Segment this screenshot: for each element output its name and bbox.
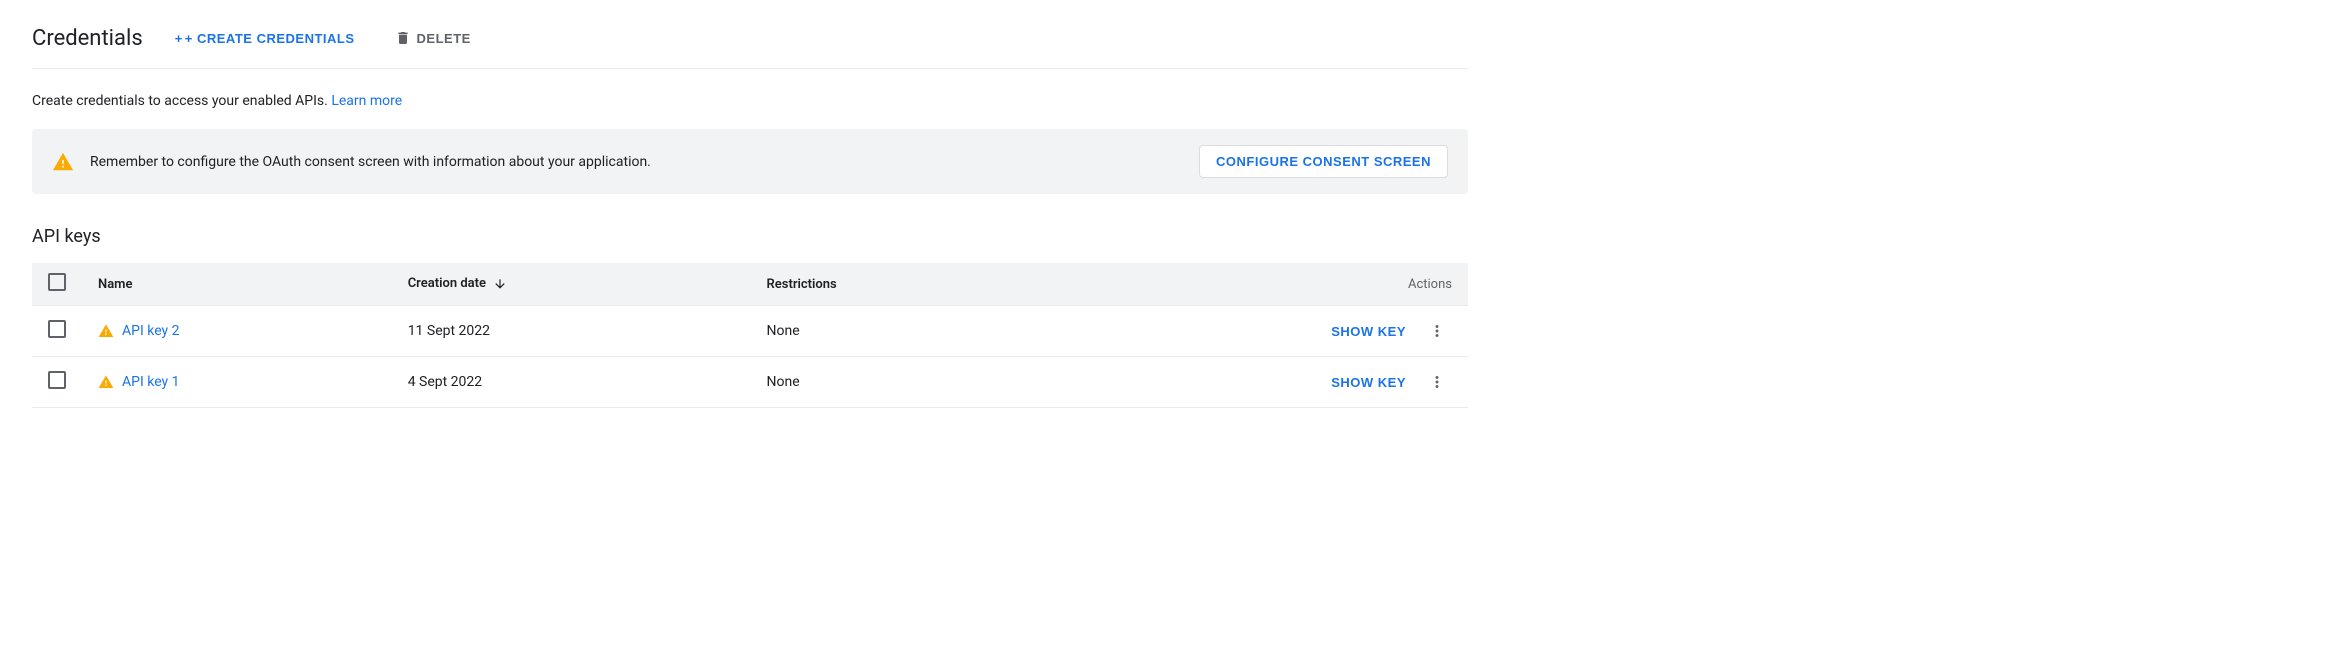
creation-date-cell: 11 Sept 2022 bbox=[392, 306, 751, 357]
api-key-link[interactable]: API key 2 bbox=[122, 323, 180, 339]
row-checkbox-cell[interactable] bbox=[32, 306, 82, 357]
warning-left: Remember to configure the OAuth consent … bbox=[52, 151, 651, 173]
table-header-row: Name Creation date Restrictions Actions bbox=[32, 263, 1468, 306]
restrictions-cell: None bbox=[751, 306, 1030, 357]
warning-text: Remember to configure the OAuth consent … bbox=[90, 154, 651, 170]
create-credentials-label: + CREATE CREDENTIALS bbox=[185, 31, 355, 46]
name-cell: API key 1 bbox=[82, 357, 392, 408]
warning-icon bbox=[52, 151, 74, 173]
row-warning-icon bbox=[98, 323, 114, 339]
actions-column-header: Actions bbox=[1029, 263, 1468, 306]
actions-cell: SHOW KEY bbox=[1029, 306, 1468, 357]
info-text-content: Create credentials to access your enable… bbox=[32, 93, 328, 109]
plus-icon: + bbox=[175, 31, 183, 46]
more-vert-icon bbox=[1428, 322, 1446, 340]
creation-date-cell: 4 Sept 2022 bbox=[392, 357, 751, 408]
learn-more-link[interactable]: Learn more bbox=[331, 93, 402, 109]
delete-button[interactable]: DELETE bbox=[387, 24, 479, 52]
name-column-header: Name bbox=[82, 263, 392, 306]
show-key-button[interactable]: SHOW KEY bbox=[1323, 320, 1414, 343]
more-vert-icon bbox=[1428, 373, 1446, 391]
table-row: API key 1 4 Sept 2022 None SHOW KEY bbox=[32, 357, 1468, 408]
restrictions-column-header: Restrictions bbox=[751, 263, 1030, 306]
table-row: API key 2 11 Sept 2022 None SHOW KEY bbox=[32, 306, 1468, 357]
row-checkbox-cell[interactable] bbox=[32, 357, 82, 408]
more-options-button[interactable] bbox=[1422, 369, 1452, 395]
row-checkbox[interactable] bbox=[48, 320, 66, 338]
show-key-button[interactable]: SHOW KEY bbox=[1323, 371, 1414, 394]
restrictions-cell: None bbox=[751, 357, 1030, 408]
delete-label: DELETE bbox=[417, 31, 471, 46]
page-title: Credentials bbox=[32, 26, 143, 51]
creation-date-column-header[interactable]: Creation date bbox=[392, 263, 751, 306]
api-keys-section-title: API keys bbox=[32, 226, 1468, 247]
sort-down-icon bbox=[493, 277, 507, 292]
configure-consent-screen-button[interactable]: CONFIGURE CONSENT SCREEN bbox=[1199, 145, 1448, 178]
info-text: Create credentials to access your enable… bbox=[32, 93, 1468, 109]
trash-icon bbox=[395, 30, 411, 46]
more-options-button[interactable] bbox=[1422, 318, 1452, 344]
api-keys-table: Name Creation date Restrictions Actions bbox=[32, 263, 1468, 408]
select-all-checkbox[interactable] bbox=[48, 273, 66, 291]
actions-cell: SHOW KEY bbox=[1029, 357, 1468, 408]
create-credentials-button[interactable]: + + CREATE CREDENTIALS bbox=[167, 25, 363, 52]
row-warning-icon bbox=[98, 374, 114, 390]
row-checkbox[interactable] bbox=[48, 371, 66, 389]
api-key-link[interactable]: API key 1 bbox=[122, 374, 180, 390]
select-all-checkbox-header[interactable] bbox=[32, 263, 82, 306]
warning-banner: Remember to configure the OAuth consent … bbox=[32, 129, 1468, 194]
page-header: Credentials + + CREATE CREDENTIALS DELET… bbox=[32, 24, 1468, 69]
name-cell: API key 2 bbox=[82, 306, 392, 357]
